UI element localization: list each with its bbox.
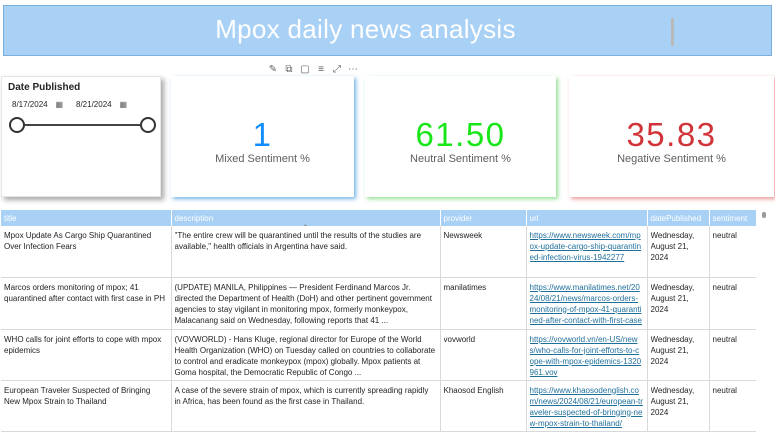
pin-icon[interactable]: ✎ xyxy=(268,64,278,76)
cell-date-published: Wednesday, August 21, 2024 xyxy=(650,334,695,366)
table-header-row: title description ⌄ provider url datePubl… xyxy=(1,210,756,228)
cell-description: "The entire crew will be quarantined unt… xyxy=(174,231,422,251)
calendar-icon[interactable]: ▦ xyxy=(119,97,127,113)
negative-sentiment-label: Negative Sentiment % xyxy=(617,153,726,165)
column-header-description[interactable]: description ⌄ xyxy=(171,210,441,228)
news-table: title description ⌄ provider url datePubl… xyxy=(1,210,756,441)
cell-date-published: Wednesday, August 21, 2024 xyxy=(650,385,695,417)
cell-sentiment: neutral xyxy=(712,231,737,240)
start-date-value: 8/17/2024 xyxy=(12,100,48,109)
cell-provider: vovworld xyxy=(443,334,476,344)
table-row[interactable]: Mpox Update As Cargo Ship Quarantined Ov… xyxy=(1,226,756,278)
slider-end-handle[interactable] xyxy=(140,117,156,133)
cell-url-link[interactable]: https://www.manilatimes.net/2024/08/21/n… xyxy=(530,283,642,327)
text-cursor xyxy=(671,18,674,46)
filter-icon[interactable]: ≡ xyxy=(316,64,326,76)
mixed-sentiment-value: 1 xyxy=(252,116,273,153)
visual-header: ✎ ⧉ ▢ ≡ ⤢ ⋯ xyxy=(268,64,358,76)
cell-description: (VOVWORLD) - Hans Kluge, regional direct… xyxy=(174,334,436,377)
start-date-input[interactable]: 8/17/2024 ▦ xyxy=(9,97,67,113)
cell-title: Marcos orders monitoring of mpox; 41 qua… xyxy=(4,282,165,303)
neutral-sentiment-value: 61.50 xyxy=(415,116,506,153)
cell-date-published: Wednesday, August 21, 2024 xyxy=(650,231,695,262)
slicer-title: Date Published xyxy=(8,82,81,93)
report-canvas: Mpox daily news analysis ✎ ⧉ ▢ ≡ ⤢ ⋯ Dat… xyxy=(0,0,775,441)
sort-arrow-icon: ⌄ xyxy=(302,222,309,228)
report-title: Mpox daily news analysis xyxy=(215,14,516,44)
negative-sentiment-value: 35.83 xyxy=(626,116,717,153)
column-header-datepublished[interactable]: datePublished xyxy=(647,210,710,226)
end-date-input[interactable]: 8/21/2024 ▦ xyxy=(73,97,131,113)
cell-provider: Newsweek xyxy=(443,231,483,240)
cell-title: Mpox Update As Cargo Ship Quarantined Ov… xyxy=(4,231,152,251)
cell-sentiment: neutral xyxy=(712,282,737,292)
more-options-icon[interactable]: ⋯ xyxy=(348,64,358,76)
date-slicer: Date Published 8/17/2024 ▦ 8/21/2024 ▦ xyxy=(1,76,161,197)
mixed-sentiment-card: 1 Mixed Sentiment % xyxy=(171,76,354,197)
cell-url-link[interactable]: https://www.newsweek.com/mpox-update-car… xyxy=(530,231,642,262)
negative-sentiment-card: 35.83 Negative Sentiment % xyxy=(569,76,774,197)
table-row[interactable]: Marcos orders monitoring of mpox; 41 qua… xyxy=(1,277,756,330)
cell-provider: Khaosod English xyxy=(443,385,504,395)
table-row[interactable]: WHO calls for joint efforts to cope with… xyxy=(1,329,756,381)
table-row[interactable]: European Traveler Suspected of Bringing … xyxy=(1,380,756,432)
cell-url-link[interactable]: https://vovworld.vn/en-US/news/who-calls… xyxy=(530,335,642,377)
cell-url-link[interactable]: https://www.khaosodenglish.com/news/2024… xyxy=(530,386,643,428)
cell-date-published: Wednesday, August 21, 2024 xyxy=(650,282,695,314)
cell-provider: manilatimes xyxy=(443,282,487,292)
copy-icon[interactable]: ⧉ xyxy=(284,64,294,76)
title-banner: Mpox daily news analysis xyxy=(3,5,772,56)
neutral-sentiment-card: 61.50 Neutral Sentiment % xyxy=(365,76,556,197)
slider-start-handle[interactable] xyxy=(9,117,25,133)
neutral-sentiment-label: Neutral Sentiment % xyxy=(410,153,511,165)
cell-title: WHO calls for joint efforts to cope with… xyxy=(4,334,162,355)
column-header-provider[interactable]: provider xyxy=(440,210,527,226)
cell-title: European Traveler Suspected of Bringing … xyxy=(4,385,151,406)
column-header-url[interactable]: url xyxy=(526,210,648,226)
cell-description: (UPDATE) MANILA, Philippines — President… xyxy=(174,282,432,325)
calendar-icon[interactable]: ▦ xyxy=(55,97,63,113)
cell-description: A case of the severe strain of mpox, whi… xyxy=(174,385,429,406)
cell-sentiment: neutral xyxy=(712,334,737,344)
column-header-sentiment[interactable]: sentiment xyxy=(709,210,756,226)
comment-icon[interactable]: ▢ xyxy=(300,64,310,76)
slider-track[interactable] xyxy=(17,124,148,126)
column-header-title[interactable]: title xyxy=(1,210,172,226)
table-scrollbar[interactable] xyxy=(762,212,766,218)
focus-mode-icon[interactable]: ⤢ xyxy=(332,64,342,76)
mixed-sentiment-label: Mixed Sentiment % xyxy=(215,153,310,165)
cell-sentiment: neutral xyxy=(712,385,737,395)
end-date-value: 8/21/2024 xyxy=(76,100,112,109)
